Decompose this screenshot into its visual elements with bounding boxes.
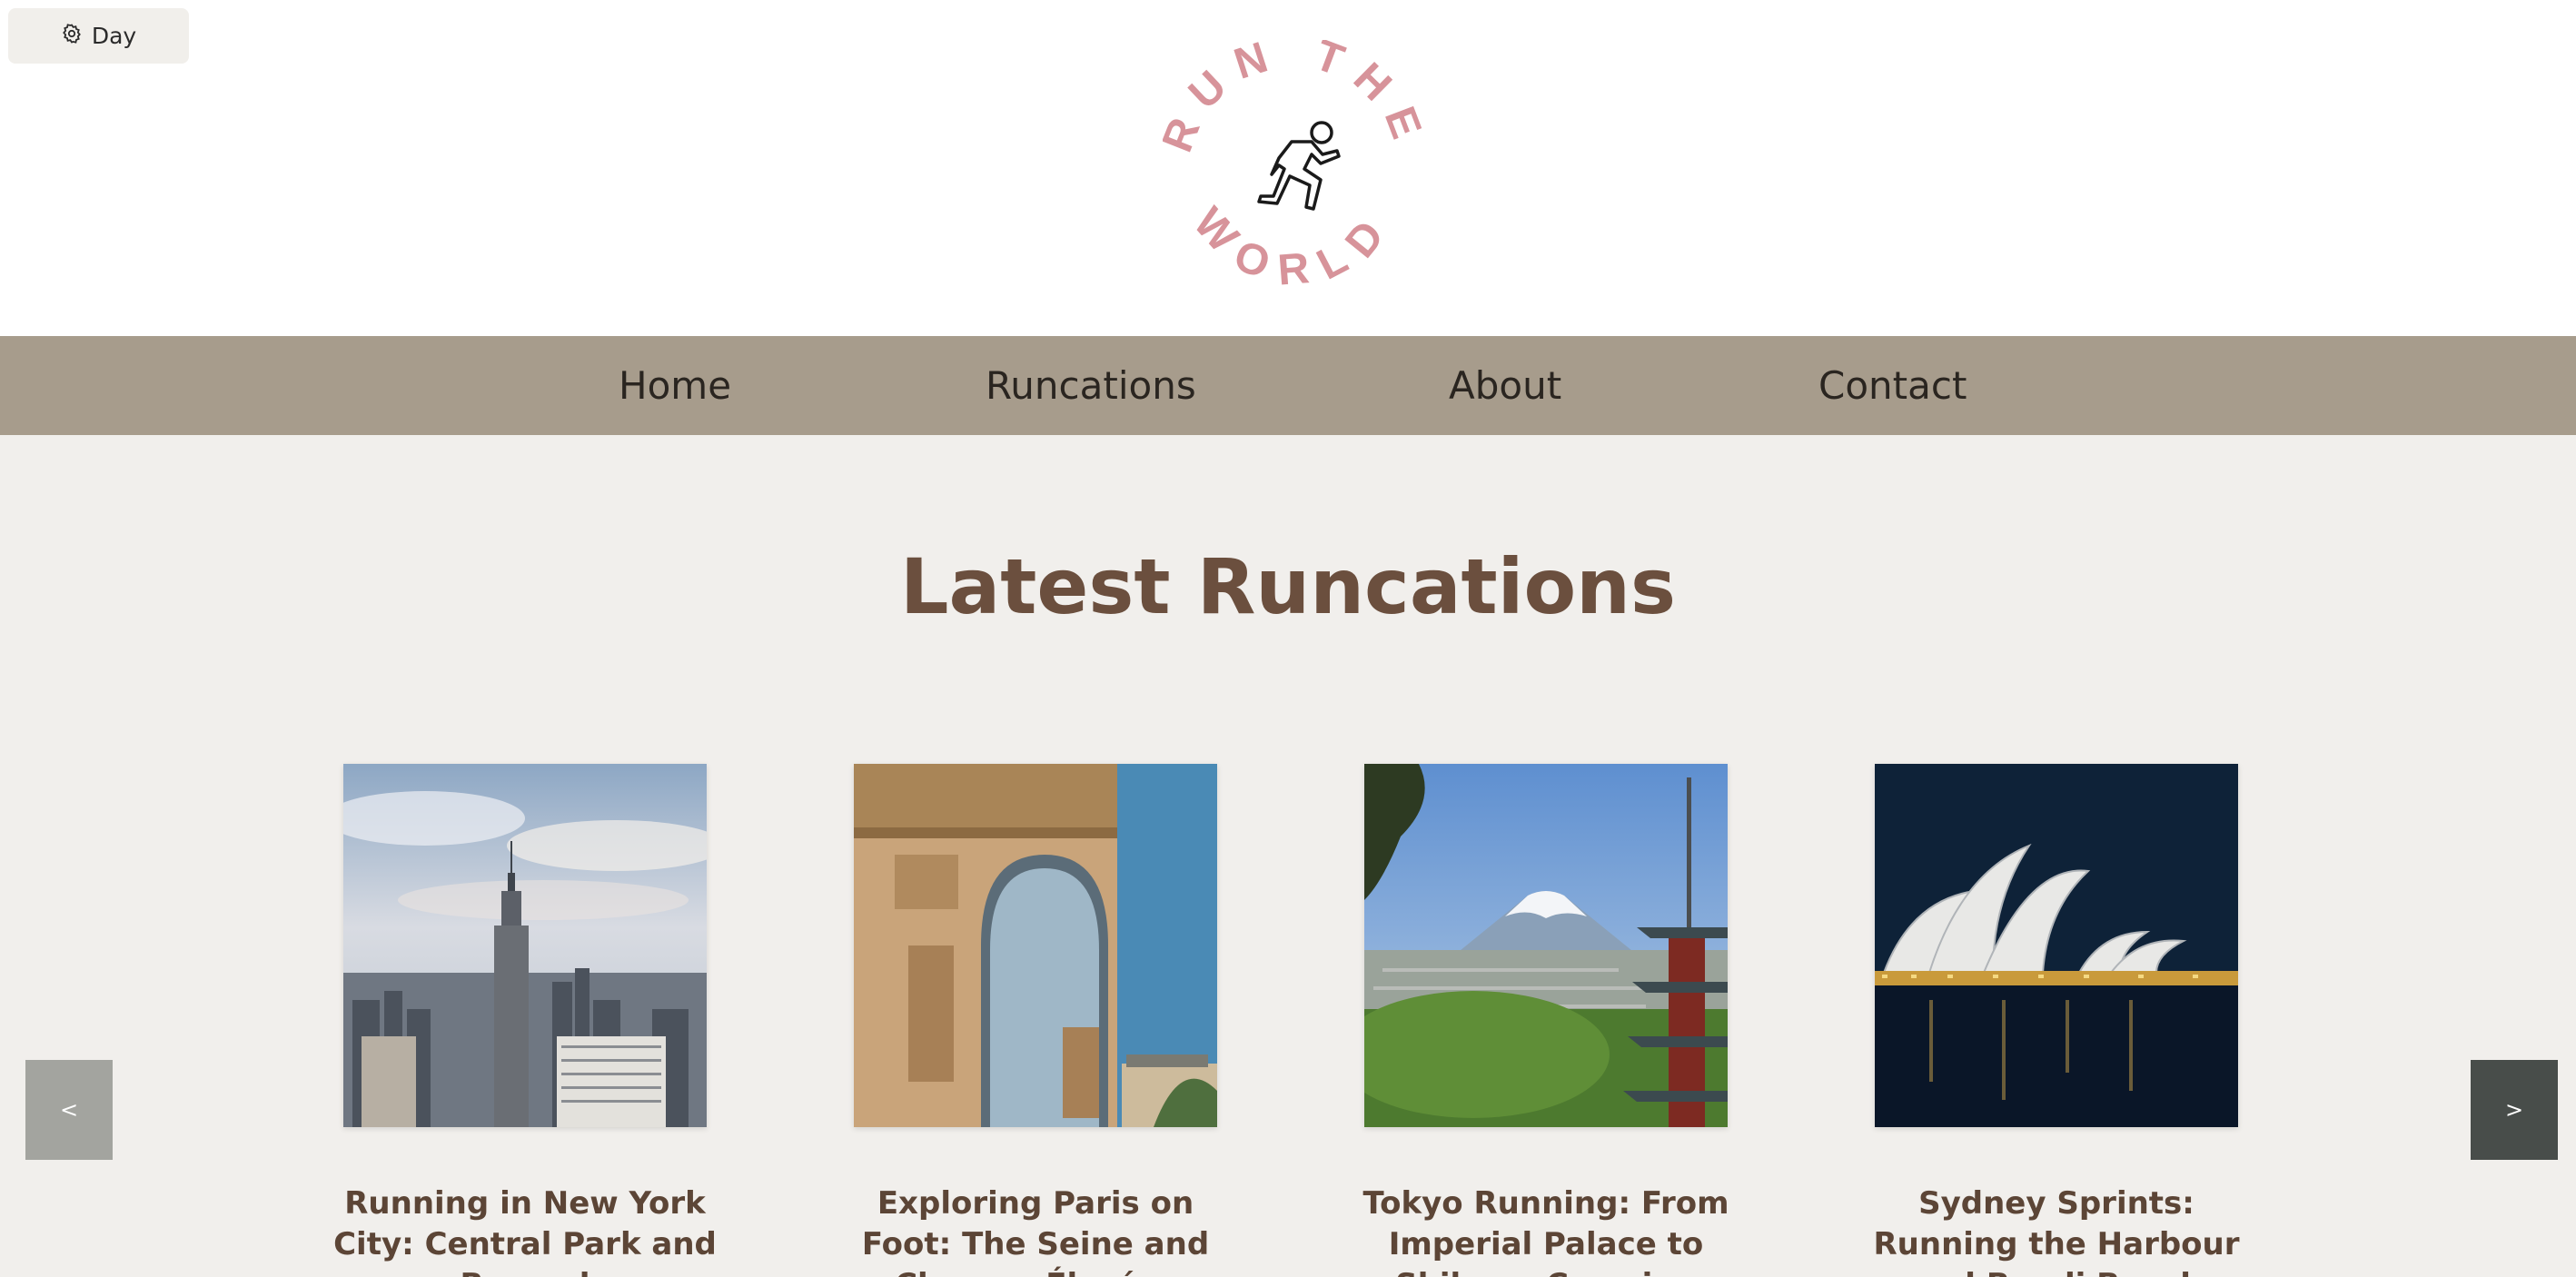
nav-item-contact[interactable]: Contact: [1818, 336, 1967, 435]
svg-text:WORLD: WORLD: [1184, 199, 1404, 295]
runcation-card-title[interactable]: Running in New York City: Central Park a…: [325, 1183, 725, 1277]
runcation-card-title[interactable]: Tokyo Running: From Imperial Palace to S…: [1346, 1183, 1746, 1277]
theme-toggle-button[interactable]: Day: [8, 8, 189, 64]
runcation-card-title[interactable]: Sydney Sprints: Running the Harbour and …: [1857, 1183, 2256, 1277]
theme-toggle-label: Day: [91, 23, 137, 49]
runcation-card-tokyo[interactable]: Tokyo Running: From Imperial Palace to S…: [1346, 764, 1746, 1277]
runcation-card-paris[interactable]: Exploring Paris on Foot: The Seine and C…: [836, 764, 1235, 1277]
runcation-card-title[interactable]: Exploring Paris on Foot: The Seine and C…: [836, 1183, 1235, 1277]
site-logo[interactable]: RUN THE WORLD: [1154, 29, 1426, 303]
carousel-prev-button[interactable]: <: [25, 1060, 113, 1160]
runcation-card-new-york[interactable]: Running in New York City: Central Park a…: [325, 764, 725, 1277]
gear-icon: [61, 23, 83, 50]
carousel-next-button[interactable]: >: [2471, 1060, 2558, 1160]
section-title: Latest Runcations: [900, 542, 1676, 631]
sydney-opera-house-image[interactable]: [1875, 764, 2238, 1127]
arc-de-triomphe-image[interactable]: [854, 764, 1217, 1127]
runcation-card-sydney[interactable]: Sydney Sprints: Running the Harbour and …: [1857, 764, 2256, 1277]
nav-item-runcations[interactable]: Runcations: [986, 336, 1196, 435]
page: Day RUN THE WORLD Home Runcations About …: [0, 0, 2576, 1277]
logo-bottom-text: WORLD: [1184, 199, 1388, 295]
latest-runcations-section: Latest Runcations Running in New York Ci…: [0, 435, 2576, 1277]
runner-icon: [1257, 121, 1341, 211]
nav-item-home[interactable]: Home: [619, 336, 731, 435]
nav-item-about[interactable]: About: [1449, 336, 1561, 435]
main-nav: Home Runcations About Contact: [0, 336, 2576, 435]
new-york-skyline-image[interactable]: [343, 764, 707, 1127]
mount-fuji-pagoda-image[interactable]: [1364, 764, 1728, 1127]
